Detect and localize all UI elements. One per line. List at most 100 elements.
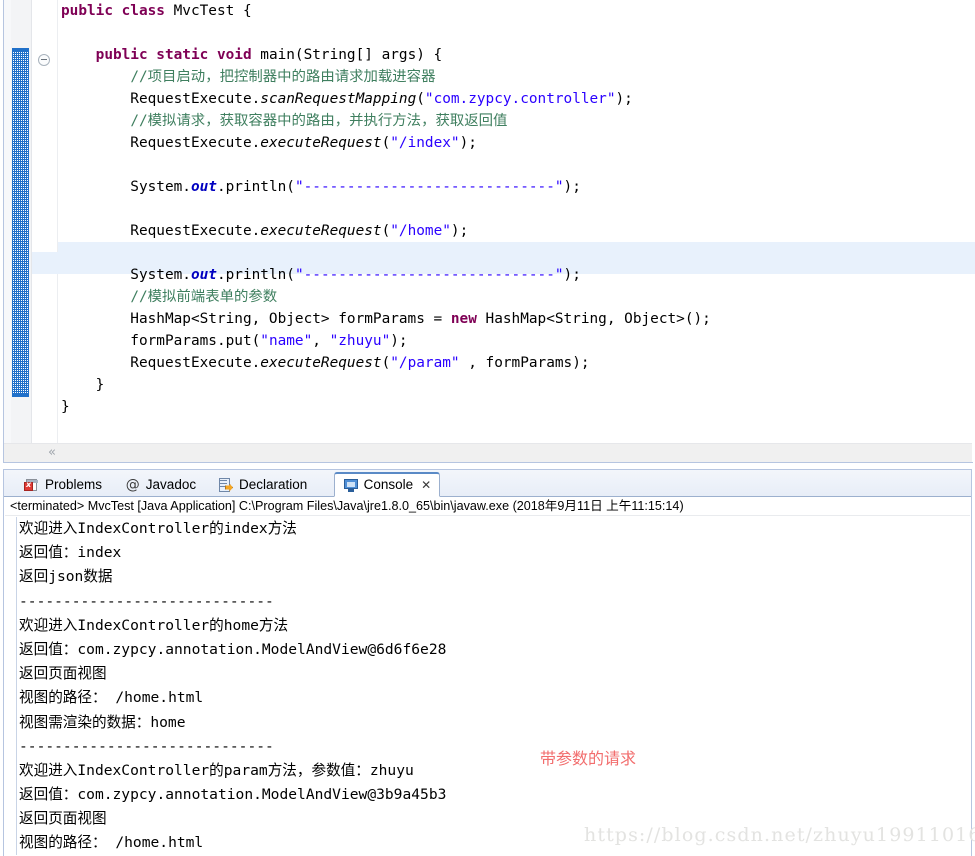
- console-line: 欢迎进入IndexController的home方法: [19, 616, 289, 634]
- code-token-plain: }: [61, 377, 105, 393]
- code-line[interactable]: RequestExecute.scanRequestMapping("com.z…: [58, 88, 975, 110]
- tab-problems[interactable]: Problems: [16, 473, 110, 497]
- console-line: 欢迎进入IndexController的index方法: [19, 520, 297, 537]
- code-token-plain: );: [563, 179, 581, 195]
- console-left-rail: [5, 517, 17, 855]
- code-line[interactable]: //模拟前端表单的参数: [58, 286, 975, 308]
- fold-collapse-icon[interactable]: [38, 54, 50, 66]
- console-output-text: 欢迎进入IndexController的index方法 返回值：index 返回js…: [19, 517, 969, 855]
- tab-label: Console: [363, 477, 414, 493]
- code-line[interactable]: public class MvcTest {: [58, 0, 975, 22]
- code-line[interactable]: [58, 154, 975, 176]
- console-line: 视图的路径： /home.html: [19, 689, 204, 707]
- code-token-str: "-----------------------------": [294, 179, 564, 195]
- code-line[interactable]: [58, 198, 975, 220]
- code-line[interactable]: formParams.put("name", "zhuyu");: [58, 330, 975, 352]
- code-token-plain: System.: [61, 179, 191, 195]
- code-token-str: "zhuyu": [329, 333, 391, 349]
- param-request-annotation: 带参数的请求: [540, 749, 637, 768]
- console-line: 视图需渲染的数据：home: [19, 713, 186, 731]
- blog-url-watermark: https://blog.csdn.net/zhuyu19911016520: [584, 824, 975, 846]
- code-token-plain: );: [615, 91, 633, 107]
- editor-bottom-border: [3, 462, 973, 463]
- code-token-plain: HashMap<String, Object> formParams =: [61, 311, 451, 327]
- code-line[interactable]: }: [58, 374, 975, 396]
- javadoc-icon: @: [125, 476, 140, 493]
- console-line: -----------------------------: [19, 592, 274, 610]
- view-tab-strip[interactable]: Problems @ Javadoc Declaration Console ✕: [4, 470, 971, 497]
- code-token-plain: formParams.put(: [61, 333, 261, 349]
- code-token-plain: );: [450, 223, 469, 239]
- code-folding-region-bar[interactable]: [12, 48, 29, 397]
- console-line: 返回页面视图: [19, 665, 107, 683]
- code-line[interactable]: RequestExecute.executeRequest("/param" ,…: [58, 352, 975, 374]
- code-token-mth: executeRequest: [260, 135, 382, 151]
- code-token-plain: );: [390, 333, 408, 349]
- bottom-view-frame: Problems @ Javadoc Declaration Console ✕ <ter…: [3, 469, 972, 856]
- code-token-plain: (: [381, 223, 391, 239]
- console-line: 返回值：index: [19, 544, 122, 562]
- code-token-plain: RequestExecute.: [61, 91, 261, 107]
- code-token-plain: );: [459, 135, 477, 151]
- code-line[interactable]: //模拟请求，获取容器中的路由，并执行方法，获取返回值: [58, 110, 975, 132]
- java-editor-pane[interactable]: public class MvcTest { public static voi…: [0, 0, 975, 466]
- code-token-plain: RequestExecute.: [61, 135, 261, 151]
- code-token-plain: (: [381, 355, 391, 371]
- code-line[interactable]: RequestExecute.executeRequest("/home");: [58, 220, 975, 242]
- code-token-plain: .println(: [216, 267, 295, 283]
- code-line[interactable]: System.out.println("--------------------…: [58, 264, 975, 286]
- bottom-view-stack: Problems @ Javadoc Declaration Console ✕ <ter…: [0, 466, 975, 856]
- tab-declaration[interactable]: Declaration: [210, 473, 315, 497]
- code-token-plain: (: [381, 135, 391, 151]
- code-token-mth: executeRequest: [260, 355, 382, 371]
- code-token-plain: RequestExecute.: [61, 223, 261, 239]
- code-line[interactable]: //项目启动，把控制器中的路由请求加载进容器: [58, 66, 975, 88]
- code-token-mth: executeRequest: [260, 223, 382, 239]
- declaration-icon: [218, 477, 234, 493]
- code-token-plain: HashMap<String, Object>();: [485, 311, 711, 327]
- console-line: 欢迎进入IndexController的param方法，参数值：zhuyu: [19, 761, 414, 779]
- code-line[interactable]: RequestExecute.executeRequest("/index");: [58, 132, 975, 154]
- code-token-plain: , formParams);: [459, 355, 590, 371]
- code-token-fld: out: [190, 179, 217, 195]
- tab-console[interactable]: Console ✕: [333, 472, 441, 497]
- code-token-str: "/index": [390, 135, 460, 151]
- code-line[interactable]: HashMap<String, Object> formParams = new…: [58, 308, 975, 330]
- code-token-str: "name": [260, 333, 313, 349]
- console-line: 返回json数据: [19, 568, 113, 586]
- code-token-fld: out: [190, 267, 217, 283]
- code-token-str: "-----------------------------": [294, 267, 564, 283]
- code-token-plain: System.: [61, 267, 191, 283]
- code-line[interactable]: public static void main(String[] args) {: [58, 44, 975, 66]
- code-token-plain: }: [61, 399, 70, 415]
- editor-horizontal-scrollbar[interactable]: [4, 443, 972, 462]
- code-token-kw: public class: [61, 3, 174, 19]
- tab-javadoc[interactable]: @ Javadoc: [117, 473, 204, 497]
- problems-icon: [24, 478, 40, 493]
- code-token-cmt: //模拟前端表单的参数: [130, 289, 278, 305]
- tab-label: Declaration: [239, 477, 308, 493]
- code-line[interactable]: [58, 22, 975, 44]
- code-token-mth: scanRequestMapping: [260, 91, 417, 107]
- tab-close-icon[interactable]: ✕: [421, 478, 431, 492]
- code-token-plain: );: [563, 267, 581, 283]
- code-text-area[interactable]: public class MvcTest { public static voi…: [58, 0, 975, 440]
- tab-label: Problems: [45, 477, 103, 493]
- code-token-kw: new: [450, 311, 486, 327]
- code-line[interactable]: System.out.println("--------------------…: [58, 176, 975, 198]
- code-token-plain: RequestExecute.: [61, 355, 261, 371]
- code-line[interactable]: }: [58, 396, 975, 418]
- code-line[interactable]: [58, 242, 975, 264]
- console-icon: [343, 478, 359, 493]
- console-line: 返回值：com.zypcy.annotation.ModelAndView@6d…: [19, 640, 447, 658]
- console-line: 返回值：com.zypcy.annotation.ModelAndView@3b…: [19, 786, 447, 804]
- editor-left-margin: [4, 0, 11, 462]
- code-token-str: "/home": [390, 223, 451, 239]
- console-output-panel[interactable]: 欢迎进入IndexController的index方法 返回值：index 返回js…: [5, 517, 970, 855]
- scroll-left-icon[interactable]: «: [48, 446, 56, 459]
- code-token-plain: MvcTest {: [173, 3, 252, 19]
- code-token-plain: main(String[] args) {: [260, 47, 443, 63]
